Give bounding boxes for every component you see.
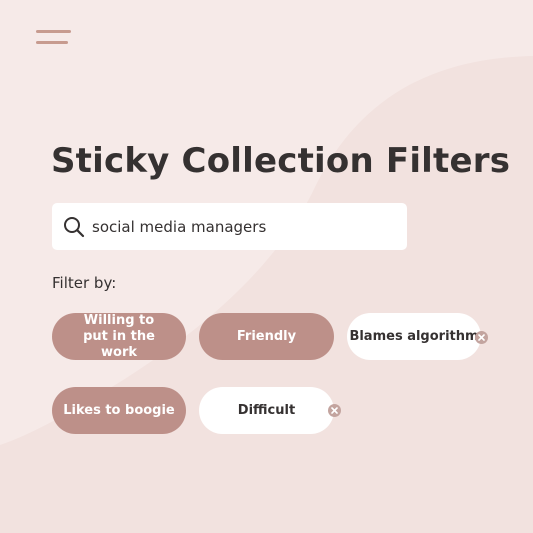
search-input[interactable]	[92, 203, 392, 250]
chip-label: Likes to boogie	[63, 402, 175, 418]
remove-difficult-icon[interactable]	[328, 404, 341, 417]
background-shape	[0, 56, 533, 533]
chip-label: Difficult	[237, 402, 296, 418]
filter-chip-willing-to-put-in-the-work[interactable]: Willing to put in the work	[52, 313, 186, 360]
remove-blames-algorithm-icon[interactable]	[475, 331, 488, 344]
chip-label: Blames algorithm	[349, 328, 479, 344]
menu-bar	[36, 41, 68, 44]
search-icon	[64, 217, 85, 238]
filter-by-label: Filter by:	[52, 274, 117, 292]
search-box[interactable]	[52, 203, 407, 250]
chip-label: Willing to put in the work	[83, 312, 155, 360]
filter-chip-likes-to-boogie[interactable]: Likes to boogie	[52, 387, 186, 434]
chip-label: Friendly	[236, 328, 297, 344]
page-title: Sticky Collection Filters	[51, 141, 511, 181]
hamburger-menu-icon[interactable]	[36, 30, 72, 48]
menu-bar	[36, 30, 71, 33]
filter-chip-difficult[interactable]: Difficult	[199, 387, 334, 434]
filter-chip-friendly[interactable]: Friendly	[199, 313, 334, 360]
filter-chip-blames-algorithm[interactable]: Blames algorithm	[347, 313, 481, 360]
